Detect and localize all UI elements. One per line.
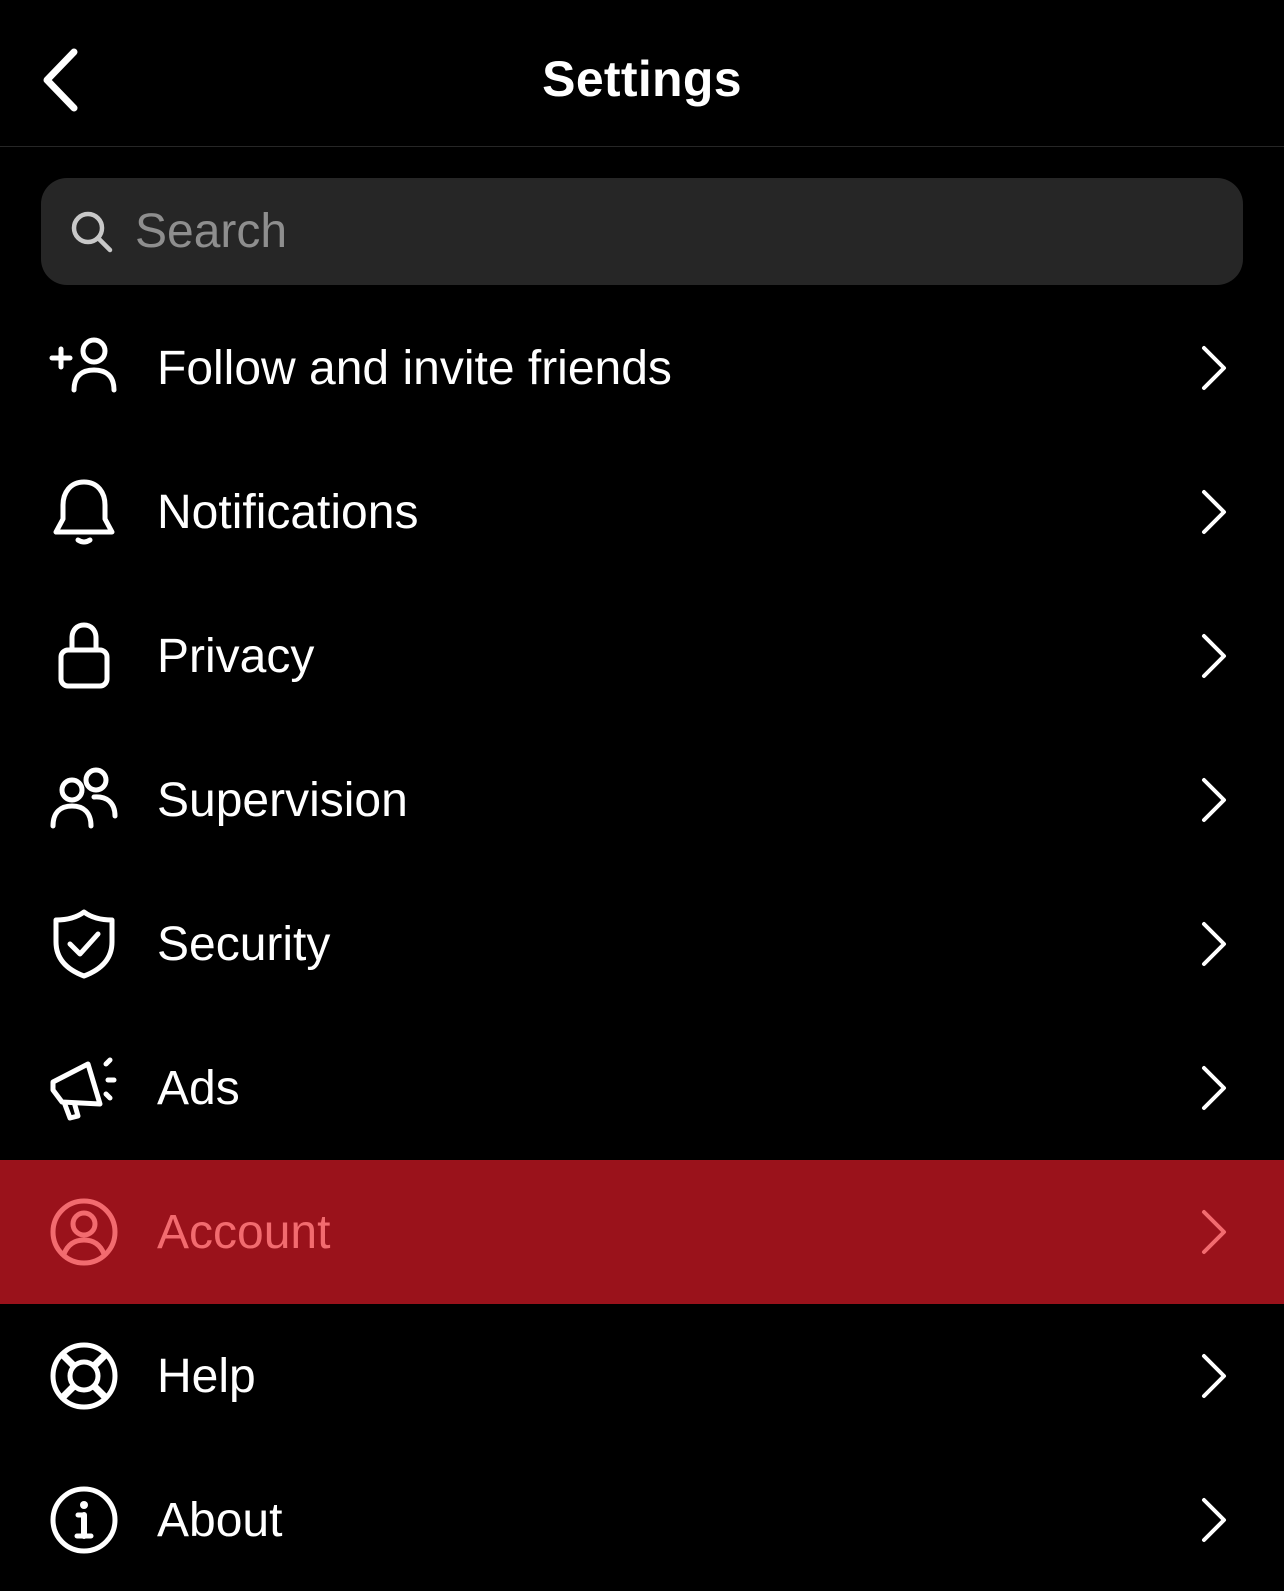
menu-item-label: About bbox=[157, 1493, 283, 1547]
page-title: Settings bbox=[542, 51, 742, 107]
menu-item-help[interactable]: Help bbox=[0, 1304, 1284, 1448]
menu-item-privacy[interactable]: Privacy bbox=[0, 584, 1284, 728]
menu-item-ads[interactable]: Ads bbox=[0, 1016, 1284, 1160]
search-bar[interactable] bbox=[41, 178, 1243, 285]
menu-item-label: Privacy bbox=[157, 629, 315, 683]
chevron-right-icon bbox=[1202, 490, 1226, 534]
chevron-right-icon bbox=[1202, 1354, 1226, 1398]
lifebuoy-icon bbox=[48, 1340, 120, 1412]
menu-item-label: Security bbox=[157, 917, 331, 971]
menu-item-notifications[interactable]: Notifications bbox=[0, 440, 1284, 584]
chevron-right-icon bbox=[1202, 634, 1226, 678]
megaphone-icon bbox=[48, 1052, 120, 1124]
menu-item-follow-invite[interactable]: Follow and invite friends bbox=[0, 296, 1284, 440]
chevron-right-icon bbox=[1202, 778, 1226, 822]
menu-item-label: Supervision bbox=[157, 773, 408, 827]
chevron-right-icon bbox=[1202, 1210, 1226, 1254]
search-icon bbox=[71, 211, 113, 252]
menu-item-label: Follow and invite friends bbox=[157, 341, 672, 395]
search-input[interactable] bbox=[135, 204, 1135, 259]
chevron-right-icon bbox=[1202, 1066, 1226, 1110]
user-circle-icon bbox=[48, 1196, 120, 1268]
settings-screen: Settings Follow and invite friends bbox=[0, 0, 1284, 1591]
menu-item-about[interactable]: About bbox=[0, 1448, 1284, 1591]
chevron-right-icon bbox=[1202, 1498, 1226, 1542]
header: Settings bbox=[0, 0, 1284, 147]
chevron-right-icon bbox=[1202, 922, 1226, 966]
chevron-right-icon bbox=[1202, 346, 1226, 390]
add-person-icon bbox=[48, 332, 120, 404]
info-icon bbox=[48, 1484, 120, 1556]
menu-item-label: Account bbox=[157, 1205, 331, 1259]
menu-item-security[interactable]: Security bbox=[0, 872, 1284, 1016]
settings-menu: Follow and invite friends Notifications bbox=[0, 296, 1284, 1591]
menu-item-supervision[interactable]: Supervision bbox=[0, 728, 1284, 872]
menu-item-label: Help bbox=[157, 1349, 256, 1403]
bell-icon bbox=[48, 476, 120, 548]
lock-icon bbox=[48, 620, 120, 692]
menu-item-label: Notifications bbox=[157, 485, 419, 539]
menu-item-account[interactable]: Account bbox=[0, 1160, 1284, 1304]
people-icon bbox=[48, 764, 120, 836]
menu-item-label: Ads bbox=[157, 1061, 240, 1115]
shield-check-icon bbox=[48, 908, 120, 980]
